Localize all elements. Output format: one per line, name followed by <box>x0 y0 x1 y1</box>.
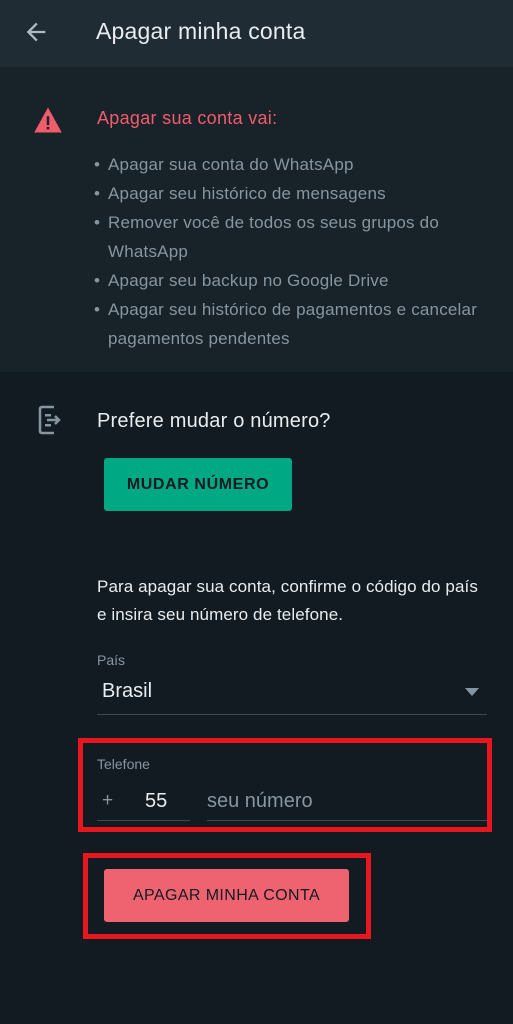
phone-placeholder: seu número <box>207 790 313 812</box>
list-item: • Apagar sua conta do WhatsApp <box>94 155 354 174</box>
phone-change-icon <box>38 405 61 435</box>
country-code-field[interactable]: + 55 <box>97 786 190 821</box>
app-bar: Apagar minha conta <box>0 0 513 67</box>
list-item: • Apagar seu backup no Google Drive <box>94 271 389 290</box>
arrow-left-icon[interactable] <box>22 18 50 46</box>
country-select[interactable]: Brasil <box>97 676 487 715</box>
warning-title: Apagar sua conta vai: <box>97 108 278 128</box>
dropdown-caret-icon <box>465 688 479 696</box>
list-item: • Apagar seu histórico de pagamentos e ca… <box>94 300 478 348</box>
country-value: Brasil <box>102 680 153 702</box>
list-item: • Remover você de todos os seus grupos do… <box>94 213 439 261</box>
delete-account-button[interactable]: APAGAR MINHA CONTA <box>104 869 349 922</box>
phone-number-input[interactable]: seu número <box>207 786 487 821</box>
confirm-instructions: Para apagar sua conta, confirme o código… <box>97 577 478 624</box>
phone-label: Telefone <box>97 756 150 772</box>
change-number-button[interactable]: MUDAR NÚMERO <box>104 458 292 511</box>
list-item: • Apagar seu histórico de mensagens <box>94 184 386 203</box>
change-number-title: Prefere mudar o número? <box>97 410 331 432</box>
page-title: Apagar minha conta <box>96 18 306 44</box>
warning-triangle-icon <box>34 107 62 133</box>
country-label: País <box>97 652 126 668</box>
plus-sign: + <box>102 790 114 811</box>
consequence-list: • Apagar sua conta do WhatsApp • Apagar se… <box>94 150 494 353</box>
country-code-value: 55 <box>145 790 168 812</box>
